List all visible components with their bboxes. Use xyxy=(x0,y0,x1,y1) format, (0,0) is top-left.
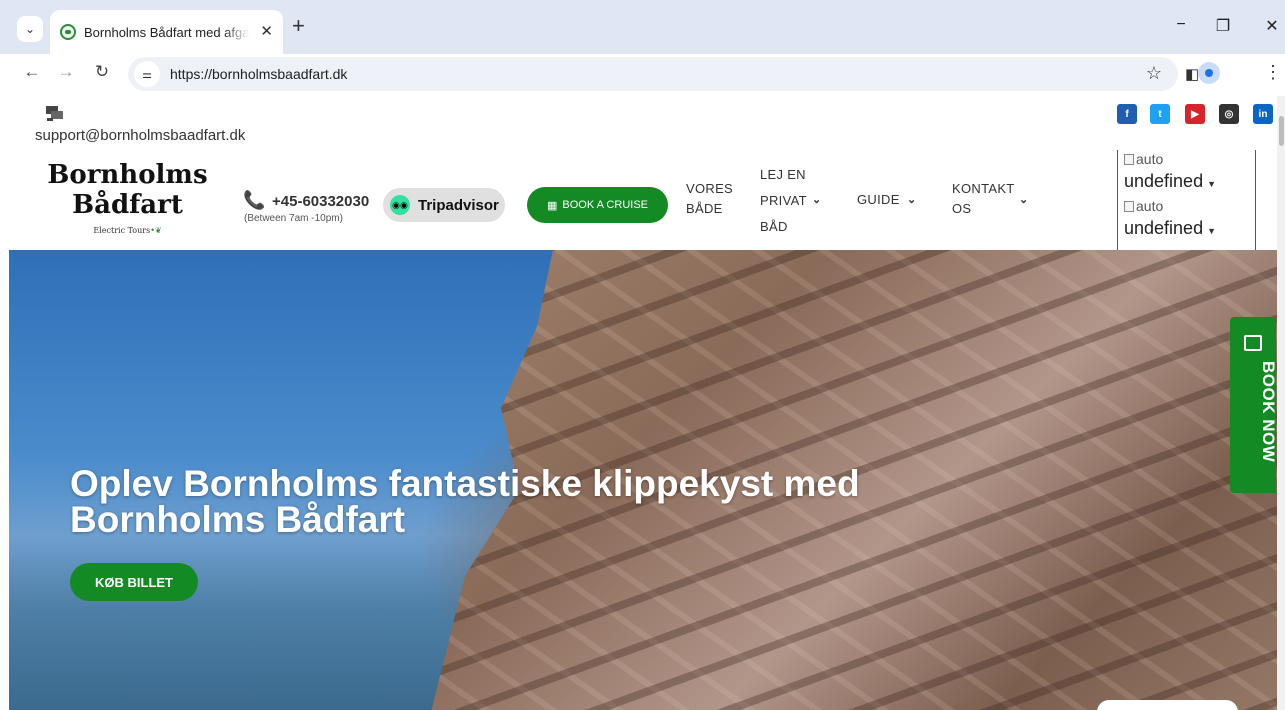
reload-icon[interactable]: ↻ xyxy=(90,62,114,82)
scrollbar[interactable] xyxy=(1277,96,1285,710)
url-text[interactable]: https://bornholmsbaadfart.dk xyxy=(170,66,347,82)
tripadvisor-owl-icon: ◉◉ xyxy=(390,195,410,215)
flag-alt-text: auto xyxy=(1136,198,1164,214)
phone-number[interactable]: +45-60332030 xyxy=(272,193,369,210)
more-menu-icon[interactable]: ⋮ xyxy=(1264,62,1282,83)
nav-lej-line1: LEJ EN xyxy=(760,167,806,182)
book-cruise-button[interactable]: ▦ BOOK A CRUISE xyxy=(527,187,668,223)
support-email[interactable]: support@bornholmsbaadfart.dk xyxy=(35,127,245,144)
language-select[interactable]: undefined ▼ xyxy=(1124,168,1255,197)
phone-icon: 📞 xyxy=(243,190,266,210)
linkedin-icon[interactable]: in xyxy=(1253,104,1273,124)
tab-search-button[interactable]: ⌄ xyxy=(17,16,43,42)
new-tab-button[interactable]: + xyxy=(292,15,305,37)
leaf-icon: •❦ xyxy=(150,226,162,235)
address-bar[interactable]: ⚌ https://bornholmsbaadfart.dk ☆ xyxy=(128,57,1178,91)
flag-image-broken: auto xyxy=(1124,197,1255,215)
site-favicon-icon xyxy=(60,24,76,40)
minimize-button[interactable]: − xyxy=(1166,16,1196,34)
back-icon[interactable]: ← xyxy=(20,62,44,82)
support-icon xyxy=(46,106,63,121)
restore-button[interactable]: ❐ xyxy=(1208,16,1238,36)
language-value: undefined xyxy=(1124,218,1204,238)
language-value: undefined xyxy=(1124,171,1204,191)
logo-line-2: Bådfart xyxy=(72,190,183,220)
nav-lej-line3: BÅD xyxy=(760,219,788,234)
chevron-down-icon[interactable]: ⌄ xyxy=(1019,193,1028,206)
logo-tagline-text: Electric Tours xyxy=(93,226,151,235)
phone-hours: (Between 7am -10pm) xyxy=(244,213,343,224)
active-tab[interactable]: Bornholms Bådfart med afgang ✕ xyxy=(50,10,283,54)
flag-alt-text: auto xyxy=(1136,151,1164,167)
instagram-icon[interactable]: ◎ xyxy=(1219,104,1239,124)
book-now-tab[interactable]: BOOK NOW xyxy=(1230,317,1278,493)
language-select[interactable]: undefined ▼ xyxy=(1124,215,1255,244)
logo-tagline: Electric Tours•❦ xyxy=(45,226,210,235)
nav-kontakt-os[interactable]: KONTAKT OS xyxy=(952,176,1015,222)
tab-close-icon[interactable]: ✕ xyxy=(260,22,273,40)
close-window-button[interactable]: ✕ xyxy=(1257,16,1285,36)
nav-guide-label: GUIDE xyxy=(857,192,900,207)
chevron-down-icon[interactable]: ⌄ xyxy=(907,193,916,206)
web-page: support@bornholmsbaadfart.dk f t ▶ ◎ in … xyxy=(0,96,1285,710)
nav-guide[interactable]: GUIDE xyxy=(857,187,900,213)
site-logo[interactable]: Bornholms Bådfart Electric Tours•❦ xyxy=(45,160,210,235)
browser-chrome: ⌄ Bornholms Bådfart med afgang ✕ + − ❐ ✕… xyxy=(0,0,1285,96)
profile-avatar-icon[interactable] xyxy=(1198,62,1220,84)
chat-widget[interactable] xyxy=(1097,700,1238,710)
youtube-icon[interactable]: ▶ xyxy=(1185,104,1205,124)
flag-image-broken: auto xyxy=(1124,150,1255,168)
calendar-icon: ▦ xyxy=(547,199,558,212)
facebook-icon[interactable]: f xyxy=(1117,104,1137,124)
bookmark-star-icon[interactable]: ☆ xyxy=(1146,63,1162,84)
nav-lej-line2: PRIVAT xyxy=(760,193,807,208)
tab-strip: ⌄ Bornholms Bådfart med afgang ✕ + − ❐ ✕ xyxy=(0,0,1285,54)
tab-title: Bornholms Bådfart med afgang xyxy=(84,24,249,40)
logo-line-1: Bornholms xyxy=(47,160,208,190)
broken-image-icon xyxy=(1124,153,1134,165)
hero-title-line2: Bornholms Bådfart xyxy=(70,499,406,540)
nav-vores-baade[interactable]: VORES BÅDE xyxy=(686,176,733,222)
dropdown-arrow-icon: ▼ xyxy=(1207,226,1216,236)
browser-toolbar: ← → ↻ ⚌ https://bornholmsbaadfart.dk ☆ ◧… xyxy=(0,54,1285,96)
twitter-icon[interactable]: t xyxy=(1150,104,1170,124)
nav-lej-en-privat-baad[interactable]: LEJ EN PRIVAT BÅD xyxy=(760,162,807,240)
book-now-label: BOOK NOW xyxy=(1259,361,1278,463)
tripadvisor-label: Tripadvisor xyxy=(418,196,499,214)
dropdown-arrow-icon: ▼ xyxy=(1207,179,1216,189)
booking-icon xyxy=(1244,335,1262,351)
site-info-icon[interactable]: ⚌ xyxy=(134,61,160,87)
hero-title: Oplev Bornholms fantastiske klippekyst m… xyxy=(70,463,1070,540)
hero-banner: Oplev Bornholms fantastiske klippekyst m… xyxy=(9,250,1277,710)
broken-image-icon xyxy=(1124,200,1134,212)
buy-ticket-button[interactable]: KØB BILLET xyxy=(70,563,198,601)
hero-title-line1: Oplev Bornholms fantastiske klippekyst m… xyxy=(70,463,860,504)
forward-icon[interactable]: → xyxy=(54,62,78,82)
chevron-down-icon[interactable]: ⌄ xyxy=(812,193,821,206)
book-cruise-label: BOOK A CRUISE xyxy=(562,199,648,211)
scrollbar-thumb[interactable] xyxy=(1279,116,1284,146)
language-switcher[interactable]: auto undefined ▼ auto undefined ▼ xyxy=(1117,150,1256,254)
tripadvisor-button[interactable]: ◉◉ Tripadvisor xyxy=(383,188,505,222)
